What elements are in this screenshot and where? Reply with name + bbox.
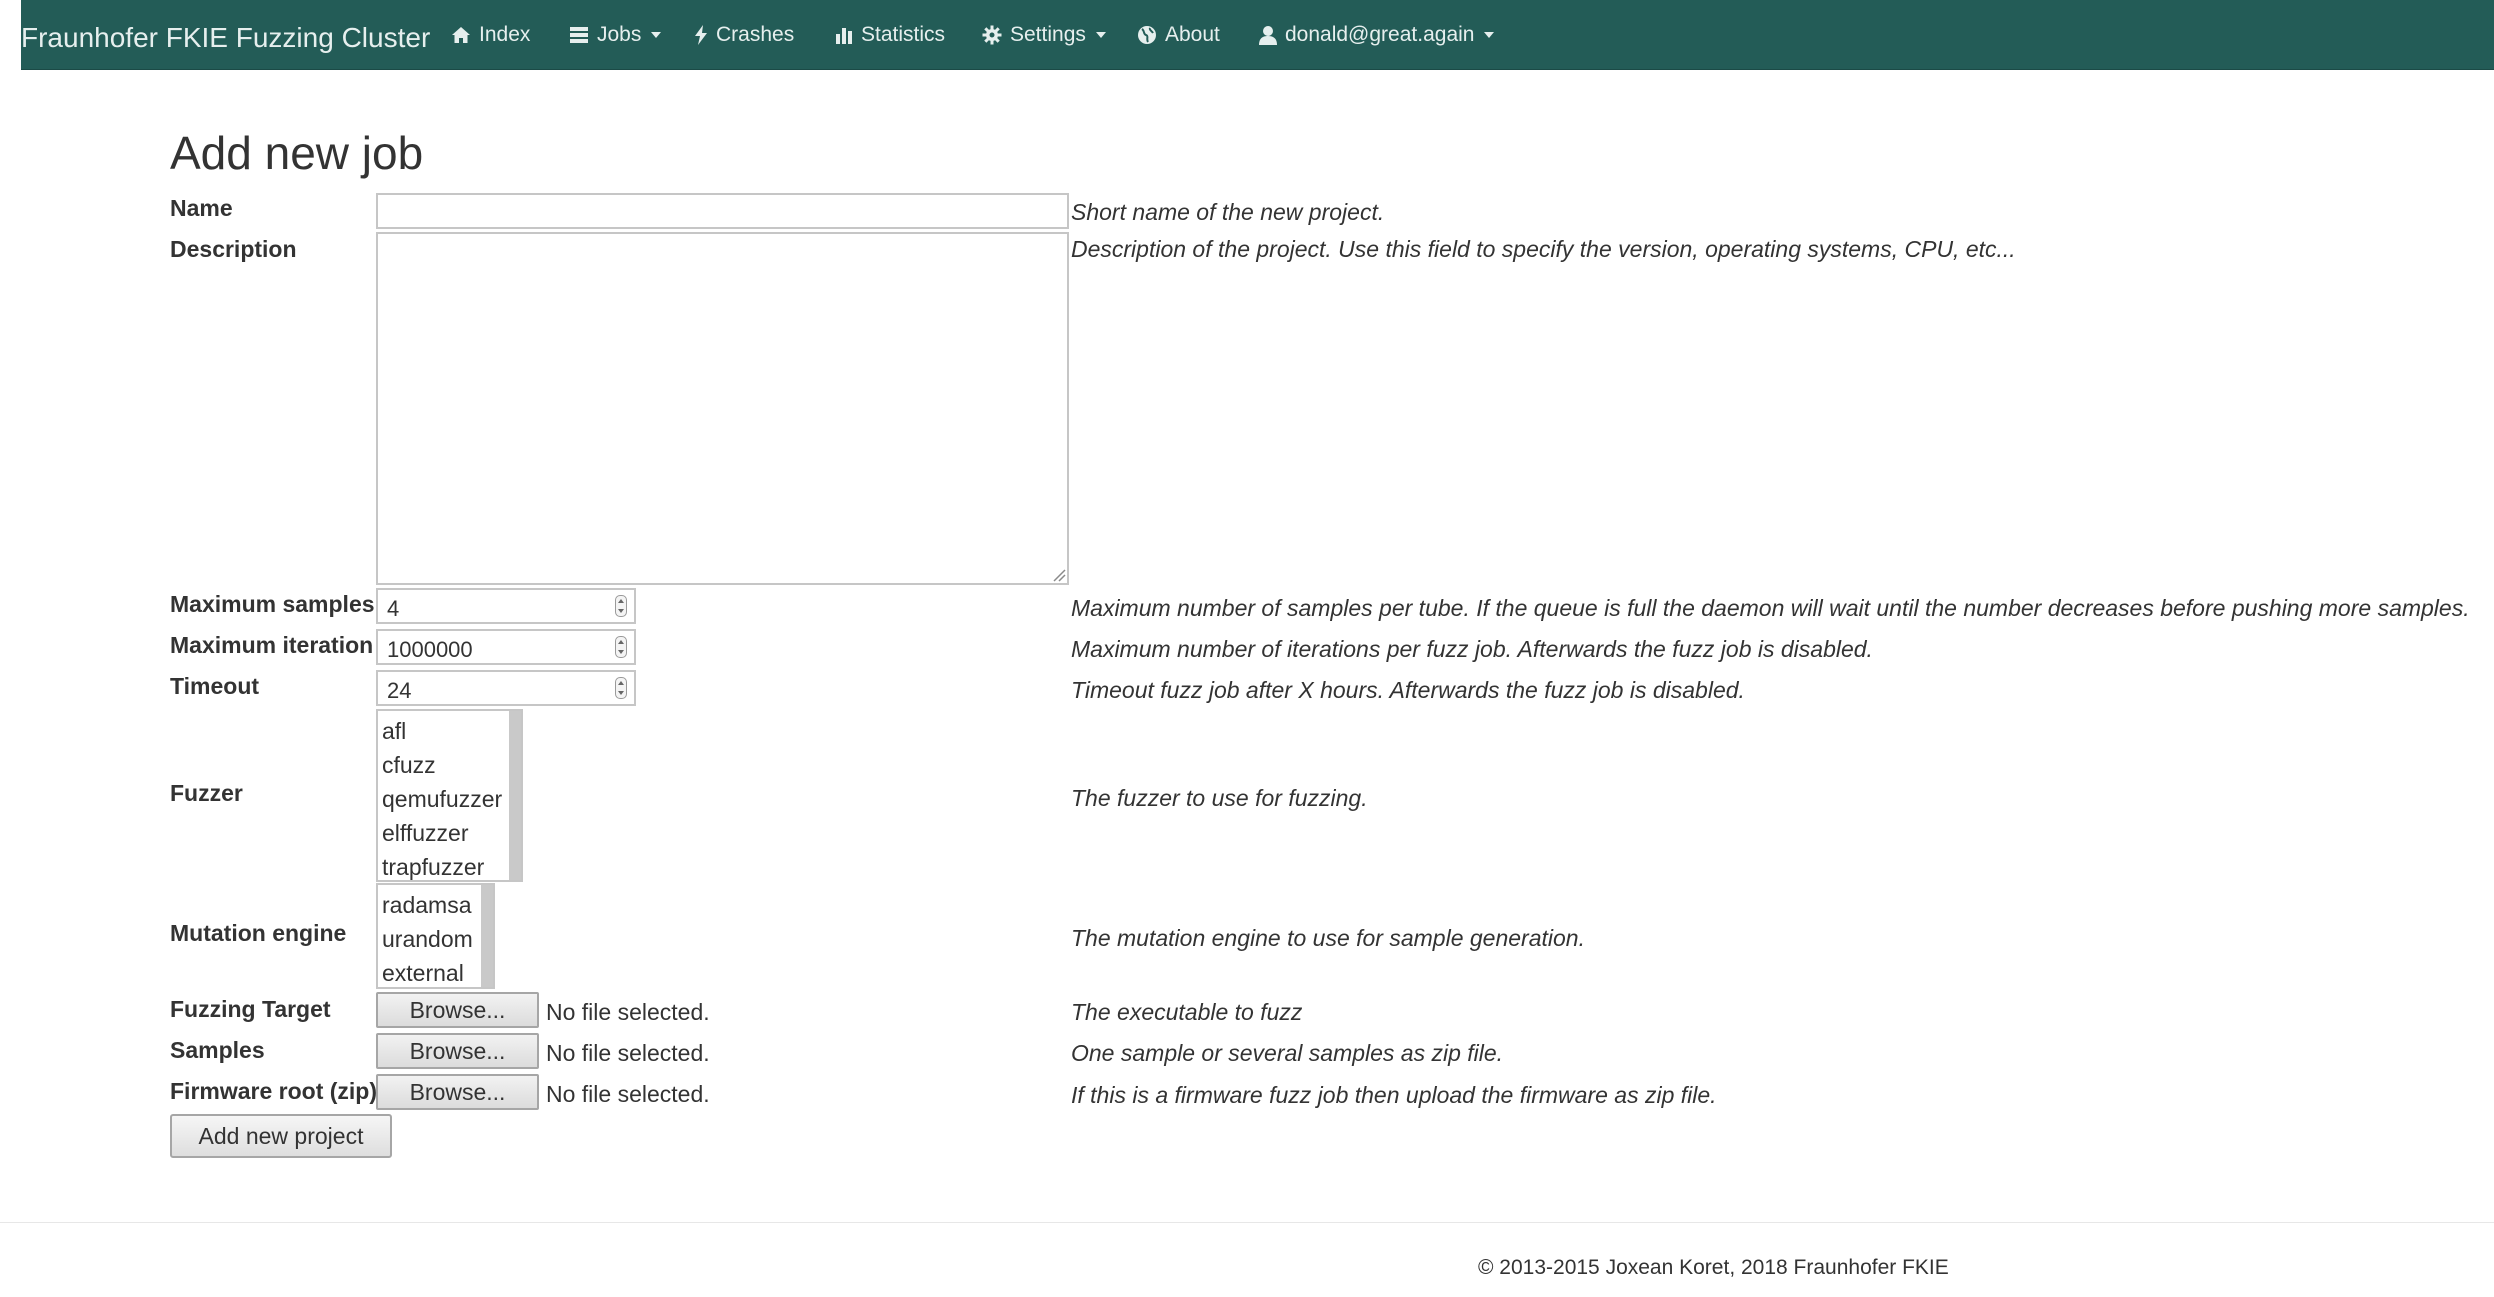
nav-statistics-label: Statistics [861, 23, 946, 46]
description-label: Description [170, 236, 297, 262]
nav-item-settings[interactable]: Settings [982, 0, 1106, 70]
fuzzer-option[interactable]: afl [382, 718, 406, 745]
nav-item-user[interactable]: donald@great.again [1259, 0, 1495, 70]
max-samples-input[interactable]: 4 [376, 588, 636, 624]
mutation-engine-option[interactable]: urandom [382, 926, 473, 953]
fuzzing-target-help: The executable to fuzz [1071, 999, 1303, 1025]
max-iteration-input[interactable]: 1000000 [376, 629, 636, 665]
footer-divider [0, 1222, 2494, 1223]
timeout-input[interactable]: 24 [376, 670, 636, 706]
samples-label: Samples [170, 1037, 265, 1063]
fuzzer-option[interactable]: cfuzz [382, 752, 436, 779]
nav-item-jobs[interactable]: Jobs [569, 0, 662, 70]
globe-icon [1138, 26, 1156, 44]
nav-item-index[interactable]: Index [451, 0, 530, 70]
mutation-engine-listbox[interactable]: radamsa urandom external [376, 883, 495, 989]
nav-item-crashes[interactable]: Crashes [694, 0, 794, 70]
bar-chart-icon [836, 28, 852, 44]
nav-about-label: About [1165, 23, 1220, 46]
nav-item-statistics[interactable]: Statistics [835, 0, 945, 70]
chevron-down-icon [1484, 32, 1495, 38]
timeout-value: 24 [387, 678, 412, 703]
name-input[interactable] [376, 193, 1069, 229]
samples-browse-button[interactable]: Browse... [376, 1033, 539, 1069]
fuzzing-target-browse-button[interactable]: Browse... [376, 992, 539, 1028]
fuzzer-scrollbar[interactable] [509, 711, 521, 880]
resize-grip-icon[interactable] [1052, 568, 1066, 582]
gear-icon [982, 25, 1002, 45]
name-help: Short name of the new project. [1071, 199, 1385, 225]
firmware-root-label: Firmware root (zip) [170, 1078, 378, 1104]
nav-settings-label: Settings [1010, 23, 1086, 46]
samples-file-status: No file selected. [546, 1040, 710, 1066]
top-navbar: Fraunhofer FKIE Fuzzing Cluster Index Jo… [21, 0, 2494, 70]
description-help: Description of the project. Use this fie… [1071, 236, 2016, 262]
nav-crashes-label: Crashes [716, 23, 795, 46]
firmware-root-file-status: No file selected. [546, 1081, 710, 1107]
timeout-help: Timeout fuzz job after X hours. Afterwar… [1071, 677, 1745, 703]
fuzzer-option[interactable]: trapfuzzer [382, 854, 484, 880]
chevron-down-icon [1095, 32, 1106, 38]
fuzzer-label: Fuzzer [170, 780, 243, 806]
list-icon [570, 27, 588, 43]
mutation-engine-scrollbar[interactable] [481, 885, 493, 987]
spinner-arrows-icon[interactable] [615, 677, 627, 699]
max-iteration-label: Maximum iteration [170, 632, 374, 658]
fuzzer-option[interactable]: qemufuzzer [382, 786, 502, 813]
max-samples-value: 4 [387, 596, 400, 621]
fuzzing-target-label: Fuzzing Target [170, 996, 331, 1022]
description-textarea[interactable] [376, 232, 1069, 585]
footer-copyright: © 2013-2015 Joxean Koret, 2018 Fraunhofe… [1478, 1256, 1949, 1279]
mutation-engine-option[interactable]: external [382, 960, 464, 987]
nav-index-label: Index [479, 23, 531, 46]
nav-jobs-label: Jobs [597, 23, 642, 46]
mutation-engine-option[interactable]: radamsa [382, 892, 471, 919]
fuzzer-option[interactable]: elffuzzer [382, 820, 469, 847]
name-label: Name [170, 195, 233, 221]
samples-help: One sample or several samples as zip fil… [1071, 1040, 1504, 1066]
fuzzing-target-file-status: No file selected. [546, 999, 710, 1025]
user-icon [1259, 26, 1277, 45]
timeout-label: Timeout [170, 673, 260, 699]
nav-item-about[interactable]: About [1137, 0, 1220, 70]
add-new-project-button[interactable]: Add new project [170, 1114, 392, 1158]
home-icon [452, 27, 470, 43]
firmware-root-browse-button[interactable]: Browse... [376, 1074, 539, 1110]
max-samples-label: Maximum samples [170, 591, 375, 617]
spinner-arrows-icon[interactable] [615, 595, 627, 617]
max-iteration-value: 1000000 [387, 637, 473, 662]
max-samples-help: Maximum number of samples per tube. If t… [1071, 595, 2470, 621]
page-title: Add new job [170, 127, 424, 179]
firmware-root-help: If this is a firmware fuzz job then uplo… [1071, 1082, 1717, 1108]
bolt-icon [695, 25, 707, 45]
mutation-engine-label: Mutation engine [170, 920, 347, 946]
max-iteration-help: Maximum number of iterations per fuzz jo… [1071, 636, 1873, 662]
mutation-engine-help: The mutation engine to use for sample ge… [1071, 925, 1585, 951]
chevron-down-icon [651, 32, 662, 38]
navbar-brand[interactable]: Fraunhofer FKIE Fuzzing Cluster [21, 0, 430, 70]
fuzzer-listbox[interactable]: afl cfuzz qemufuzzer elffuzzer trapfuzze… [376, 709, 523, 882]
spinner-arrows-icon[interactable] [615, 636, 627, 658]
fuzzer-help: The fuzzer to use for fuzzing. [1071, 785, 1368, 811]
nav-user-label: donald@great.again [1285, 23, 1475, 46]
